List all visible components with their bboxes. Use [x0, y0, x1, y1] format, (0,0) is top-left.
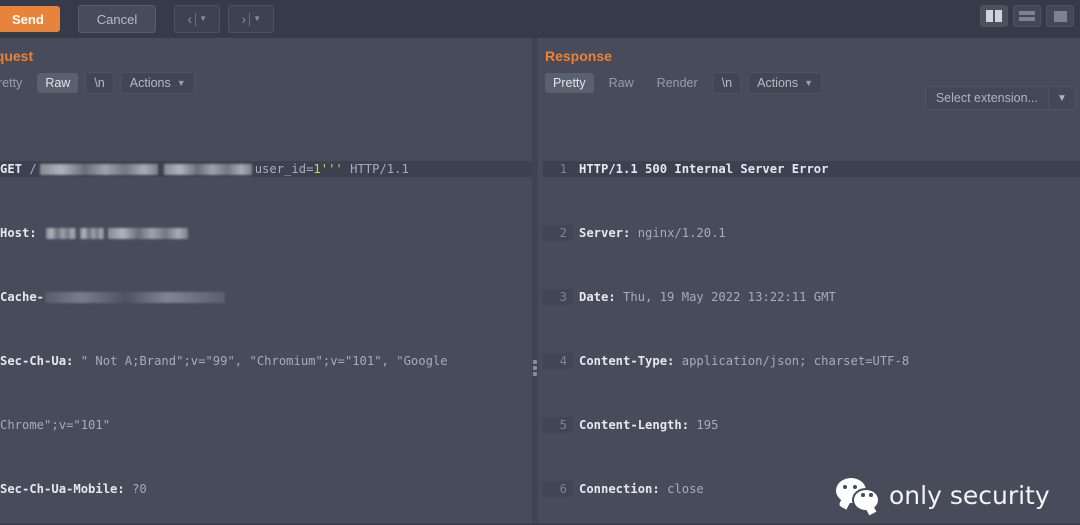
send-button[interactable]: Send: [0, 6, 60, 32]
header-secchua-name: Sec-Ch-Ua:: [0, 354, 74, 368]
header-name: Content-Type:: [579, 354, 675, 368]
line-number: 1: [543, 161, 573, 177]
request-query-param: user_id=: [254, 162, 314, 176]
header-name: Server:: [579, 226, 631, 240]
response-line-3: 3 Date: Thu, 19 May 2022 13:22:11 GMT: [543, 289, 1080, 305]
request-pane-title: equest: [0, 48, 34, 64]
line-number: 2: [543, 225, 573, 241]
select-extension-dropdown[interactable]: Select extension... ▼: [924, 86, 1076, 110]
tab-response-newline[interactable]: \n: [712, 72, 742, 94]
redacted-host-a: [46, 228, 77, 239]
history-nav-group: ‹ ▼ › ▼: [174, 5, 275, 33]
request-line-3: Cache-: [0, 289, 532, 305]
burp-repeater-window: Send Cancel ‹ ▼ › ▼ quest retty Raw \n A…: [0, 0, 1080, 525]
request-line-6: Sec-Ch-Ua-Mobile: ?0: [0, 481, 532, 497]
select-extension-label[interactable]: Select extension...: [924, 86, 1048, 110]
layout-split-horizontal-button[interactable]: [1013, 5, 1041, 27]
request-actions-button[interactable]: Actions ▼: [120, 72, 195, 94]
header-host-name: Host:: [0, 226, 37, 240]
header-value: Thu, 19 May 2022 13:22:11 GMT: [623, 290, 836, 304]
request-injection: ''': [320, 162, 343, 176]
request-actions-label: Actions: [129, 76, 171, 90]
response-pane-title: Response: [545, 48, 612, 64]
request-method: GET: [0, 162, 23, 176]
request-line-2: Host:: [0, 225, 532, 241]
response-line-1: 1 HTTP/1.1 500 Internal Server Error: [543, 161, 1080, 177]
request-line-1: GET / user_id=1''' HTTP/1.1: [0, 161, 532, 177]
layout-toggle-group: [980, 5, 1074, 27]
response-line-2: 2 Server: nginx/1.20.1: [543, 225, 1080, 241]
chevron-down-icon: ▼: [804, 78, 814, 88]
redacted-path: [39, 164, 158, 175]
request-toolbar: retty Raw \n Actions ▼: [0, 70, 532, 96]
redacted-cache-control: [45, 292, 226, 303]
request-code: GET / user_id=1''' HTTP/1.1 Host: Cache- …: [0, 113, 532, 525]
header-value: application/json; charset=UTF-8: [681, 354, 910, 368]
response-status-line: HTTP/1.1 500 Internal Server Error: [579, 162, 829, 176]
split-horizontal-icon: [1019, 11, 1035, 21]
header-value: close: [667, 482, 704, 496]
response-actions-button[interactable]: Actions ▼: [748, 72, 823, 94]
request-protocol: HTTP/1.1: [350, 162, 409, 176]
layout-split-vertical-button[interactable]: [980, 5, 1008, 27]
line-number: 3: [543, 289, 573, 305]
response-line-5: 5 Content-Length: 195: [543, 417, 1080, 433]
request-path-slash: /: [29, 162, 37, 176]
request-payload-digit: 1: [313, 162, 321, 176]
response-code: 1 HTTP/1.1 500 Internal Server Error 2 S…: [543, 113, 1080, 525]
chevron-left-icon: ‹: [187, 11, 193, 27]
request-pane: equest retty Raw \n Actions ▼ GET / user_…: [0, 38, 532, 525]
header-secchua-value: " Not A;Brand";v="99", "Chromium";v="101…: [80, 354, 448, 368]
line-number: 6: [543, 481, 573, 497]
redacted-host-b: [80, 228, 105, 239]
chevron-right-icon: ›: [241, 11, 247, 27]
response-line-6: 6 Connection: close: [543, 481, 1080, 497]
splitter-handle[interactable]: [533, 360, 537, 376]
header-secchua-value2: Chrome";v="101": [0, 418, 111, 432]
tab-request-newline[interactable]: \n: [85, 72, 114, 94]
split-vertical-icon: [986, 10, 1002, 22]
response-line-4: 4 Content-Type: application/json; charse…: [543, 353, 1080, 369]
divider: [195, 12, 197, 26]
tab-response-render[interactable]: Render: [649, 73, 706, 93]
chevron-down-icon[interactable]: ▼: [1048, 86, 1076, 110]
tab-response-pretty[interactable]: Pretty: [545, 73, 594, 93]
tab-request-pretty[interactable]: retty: [0, 73, 30, 93]
line-number: 4: [543, 353, 573, 369]
request-line-5: Chrome";v="101": [0, 417, 532, 433]
header-value: 195: [696, 418, 719, 432]
header-name: Date:: [579, 290, 616, 304]
tab-request-raw[interactable]: Raw: [37, 73, 79, 93]
header-secchua-mobile-name: Sec-Ch-Ua-Mobile:: [0, 482, 125, 496]
redacted-query: [163, 164, 252, 175]
chevron-down-icon: ▼: [199, 14, 208, 23]
header-name: Connection:: [579, 482, 660, 496]
back-button[interactable]: ‹ ▼: [174, 5, 221, 33]
line-number: 5: [543, 417, 573, 433]
tab-response-raw[interactable]: Raw: [601, 73, 642, 93]
chevron-down-icon: ▼: [176, 78, 186, 88]
single-pane-icon: [1053, 10, 1067, 22]
divider: [249, 12, 251, 26]
layout-single-pane-button[interactable]: [1046, 5, 1074, 27]
header-name: Content-Length:: [579, 418, 690, 432]
response-editor[interactable]: 1 HTTP/1.1 500 Internal Server Error 2 S…: [543, 113, 1080, 525]
request-editor[interactable]: GET / user_id=1''' HTTP/1.1 Host: Cache- …: [0, 113, 532, 525]
header-value: nginx/1.20.1: [637, 226, 726, 240]
chevron-down-icon: ▼: [253, 14, 262, 23]
request-line-4: Sec-Ch-Ua: " Not A;Brand";v="99", "Chrom…: [0, 353, 532, 369]
forward-button[interactable]: › ▼: [228, 5, 275, 33]
response-pane: Response Pretty Raw Render \n Actions ▼ …: [538, 38, 1080, 525]
top-toolbar: Send Cancel ‹ ▼ › ▼: [0, 0, 1080, 38]
redacted-host-c: [108, 228, 189, 239]
header-secchua-mobile-value: ?0: [132, 482, 147, 496]
cancel-button[interactable]: Cancel: [77, 5, 157, 33]
response-actions-label: Actions: [757, 76, 799, 90]
